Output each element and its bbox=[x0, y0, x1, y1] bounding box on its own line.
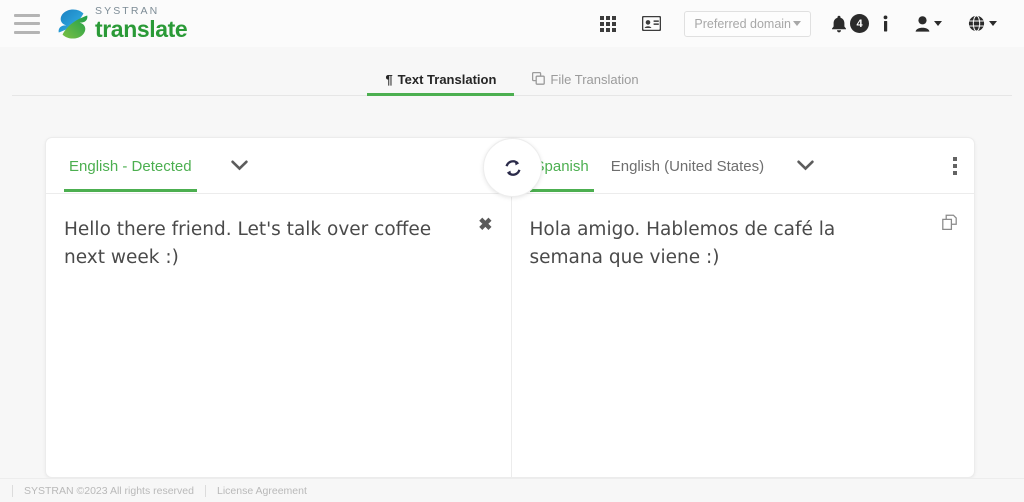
tab-text-translation[interactable]: ¶ Text Translation bbox=[367, 72, 515, 96]
page-footer: SYSTRAN ©2023 All rights reserved Licens… bbox=[0, 478, 1024, 502]
translation-mode-tabs: ¶ Text Translation File Translation bbox=[0, 47, 1024, 96]
target-language-alternate[interactable]: English (United States) bbox=[606, 141, 769, 191]
hamburger-bar bbox=[14, 22, 40, 25]
footer-divider bbox=[12, 484, 13, 497]
systran-logo-icon bbox=[58, 8, 88, 39]
source-pane: English - Detected Hello there friend. L… bbox=[46, 138, 512, 477]
target-pane: Spanish English (United States) Hola ami… bbox=[511, 138, 975, 477]
bell-icon bbox=[832, 15, 846, 32]
footer-copyright: SYSTRAN ©2023 All rights reserved bbox=[24, 484, 194, 497]
tab-file-translation-label: File Translation bbox=[550, 72, 639, 87]
hamburger-bar bbox=[14, 13, 40, 17]
copy-translation-icon[interactable] bbox=[941, 214, 958, 236]
language-globe-menu[interactable] bbox=[955, 9, 1010, 39]
id-card-icon[interactable] bbox=[629, 9, 674, 39]
swap-languages-button[interactable] bbox=[483, 138, 542, 197]
brand-name-bottom: translate bbox=[95, 15, 188, 42]
swap-languages-icon bbox=[504, 159, 521, 176]
tab-text-translation-label: Text Translation bbox=[397, 72, 497, 87]
clear-source-text-icon[interactable]: ✖ bbox=[478, 216, 492, 233]
preferred-domain-dropdown[interactable]: Preferred domain bbox=[684, 10, 811, 37]
file-copy-icon bbox=[532, 71, 546, 87]
notification-count-badge: 4 bbox=[850, 14, 869, 33]
notifications-button[interactable]: 4 bbox=[821, 14, 869, 33]
source-language-chevron-down-icon[interactable] bbox=[230, 160, 248, 171]
more-options-icon[interactable] bbox=[953, 156, 957, 175]
globe-icon bbox=[968, 15, 985, 32]
source-text[interactable]: Hello there friend. Let's talk over coff… bbox=[64, 216, 451, 272]
info-icon[interactable] bbox=[869, 9, 902, 39]
hamburger-menu-icon[interactable] bbox=[14, 13, 40, 34]
hamburger-bar bbox=[14, 30, 40, 34]
pilcrow-icon: ¶ bbox=[385, 72, 393, 87]
top-header-bar: SYSTRAN translate Preferred domain 4 bbox=[0, 0, 1024, 47]
target-language-chevron-down-icon[interactable] bbox=[797, 160, 814, 171]
preferred-domain-label: Preferred domain bbox=[694, 16, 791, 31]
grid-apps-icon[interactable] bbox=[587, 9, 629, 39]
footer-divider bbox=[204, 484, 206, 497]
target-text: Hola amigo. Hablemos de café la semana q… bbox=[529, 219, 836, 269]
source-language-bar: English - Detected bbox=[46, 138, 511, 194]
caret-down-icon bbox=[989, 21, 997, 26]
caret-down-icon bbox=[793, 21, 801, 26]
header-actions: Preferred domain 4 bbox=[587, 9, 1010, 39]
target-text-area: Hola amigo. Hablemos de café la semana q… bbox=[512, 194, 975, 477]
caret-down-icon bbox=[934, 21, 942, 26]
brand-logo-link[interactable]: SYSTRAN translate bbox=[54, 5, 188, 43]
tab-file-translation[interactable]: File Translation bbox=[514, 71, 656, 96]
source-text-area[interactable]: Hello there friend. Let's talk over coff… bbox=[46, 194, 511, 477]
user-icon bbox=[915, 15, 930, 32]
target-language-bar: Spanish English (United States) bbox=[511, 138, 974, 194]
license-agreement-link[interactable]: License Agreement bbox=[217, 485, 307, 497]
source-language-selected[interactable]: English - Detected bbox=[64, 141, 197, 192]
user-account-menu[interactable] bbox=[902, 9, 955, 39]
